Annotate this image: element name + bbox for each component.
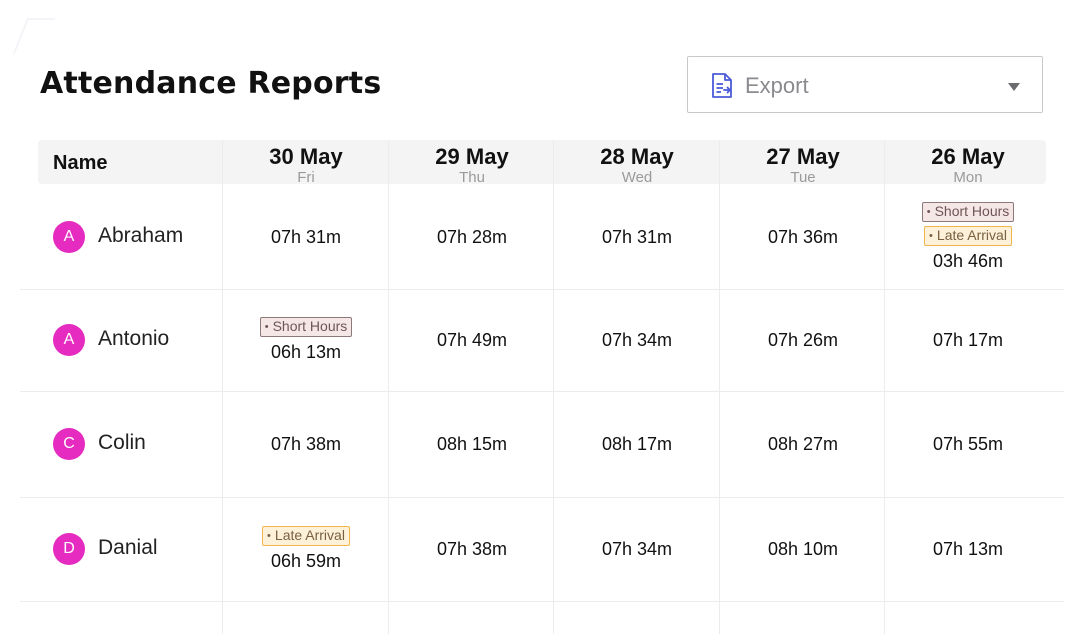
hours-worked: 07h 38m	[436, 539, 508, 559]
column-date: 29 May	[435, 144, 509, 169]
column-date: 30 May	[269, 144, 343, 169]
attendance-cell[interactable]: 07h 13m	[885, 497, 1051, 601]
hours-worked: 07h 34m	[601, 539, 673, 559]
hours-worked: 08h 15m	[436, 434, 508, 454]
column-weekday: Wed	[621, 169, 653, 186]
avatar: D	[53, 533, 85, 565]
hours-worked: 07h 26m	[767, 330, 839, 350]
attendance-cell[interactable]: 07h 38m	[389, 497, 555, 601]
avatar: C	[53, 428, 85, 460]
name-column-header: Name	[53, 152, 108, 174]
export-label: Export	[745, 73, 809, 98]
hours-worked: 07h 17m	[932, 330, 1004, 350]
attendance-cell[interactable]: 07h 36m	[720, 185, 886, 289]
attendance-cell[interactable]: 08h 10m	[720, 497, 886, 601]
hours-worked: 08h 10m	[767, 539, 839, 559]
attendance-cell[interactable]: 07h 17m	[885, 289, 1051, 391]
hours-worked: 07h 13m	[932, 539, 1004, 559]
hours-worked: 07h 55m	[932, 434, 1004, 454]
employee-name[interactable]: Colin	[98, 431, 146, 455]
late-arrival-badge: Late Arrival	[924, 226, 1012, 246]
page-title: Attendance Reports	[40, 66, 382, 101]
attendance-cell[interactable]: Late Arrival 06h 59m	[223, 497, 389, 601]
attendance-cell[interactable]: 07h 34m	[554, 289, 720, 391]
hours-worked: 07h 34m	[601, 330, 673, 350]
date-column-header: 29 May Thu	[389, 140, 555, 186]
attendance-cell[interactable]: 07h 28m	[389, 185, 555, 289]
attendance-cell[interactable]: 07h 31m	[223, 185, 389, 289]
decorative-corner	[12, 18, 56, 54]
avatar: A	[53, 221, 85, 253]
chevron-down-icon	[1008, 83, 1020, 91]
date-column-header: 26 May Mon	[885, 140, 1051, 186]
attendance-cell[interactable]: 07h 34m	[554, 497, 720, 601]
attendance-cell[interactable]: 07h 31m	[554, 185, 720, 289]
avatar: A	[53, 324, 85, 356]
attendance-cell[interactable]: 07h 55m	[885, 391, 1051, 497]
hours-worked: 07h 36m	[767, 227, 839, 247]
attendance-cell[interactable]: Short Hours Late Arrival 03h 46m	[885, 185, 1051, 289]
attendance-cell[interactable]: 07h 49m	[389, 289, 555, 391]
short-hours-badge: Short Hours	[259, 317, 353, 337]
column-weekday: Fri	[297, 169, 315, 186]
employee-name[interactable]: Danial	[98, 536, 158, 560]
hours-worked: 07h 38m	[270, 434, 342, 454]
date-column-header: 27 May Tue	[720, 140, 886, 186]
attendance-cell[interactable]: 07h 38m	[223, 391, 389, 497]
attendance-cell[interactable]: Short Hours 06h 13m	[223, 289, 389, 391]
column-weekday: Mon	[953, 169, 983, 186]
export-dropdown[interactable]: Export	[687, 56, 1043, 113]
date-column-header: 30 May Fri	[223, 140, 389, 186]
row-divider	[20, 601, 1064, 602]
column-date: 28 May	[600, 144, 674, 169]
column-weekday: Thu	[459, 169, 485, 186]
late-arrival-badge: Late Arrival	[262, 526, 350, 546]
attendance-cell[interactable]: 08h 27m	[720, 391, 886, 497]
employee-name[interactable]: Abraham	[98, 224, 183, 248]
hours-worked: 07h 31m	[270, 227, 342, 247]
hours-worked: 06h 13m	[270, 342, 342, 362]
hours-worked: 07h 28m	[436, 227, 508, 247]
attendance-cell[interactable]: 08h 17m	[554, 391, 720, 497]
document-export-icon	[712, 73, 732, 98]
attendance-cell[interactable]: 08h 15m	[389, 391, 555, 497]
date-column-header: 28 May Wed	[554, 140, 720, 186]
hours-worked: 07h 49m	[436, 330, 508, 350]
column-date: 27 May	[766, 144, 840, 169]
employee-name[interactable]: Antonio	[98, 327, 169, 351]
hours-worked: 08h 27m	[767, 434, 839, 454]
hours-worked: 06h 59m	[270, 551, 342, 571]
hours-worked: 08h 17m	[601, 434, 673, 454]
column-date: 26 May	[931, 144, 1005, 169]
attendance-cell[interactable]: 07h 26m	[720, 289, 886, 391]
hours-worked: 03h 46m	[932, 251, 1004, 271]
hours-worked: 07h 31m	[601, 227, 673, 247]
column-weekday: Tue	[790, 169, 816, 186]
short-hours-badge: Short Hours	[921, 202, 1015, 222]
